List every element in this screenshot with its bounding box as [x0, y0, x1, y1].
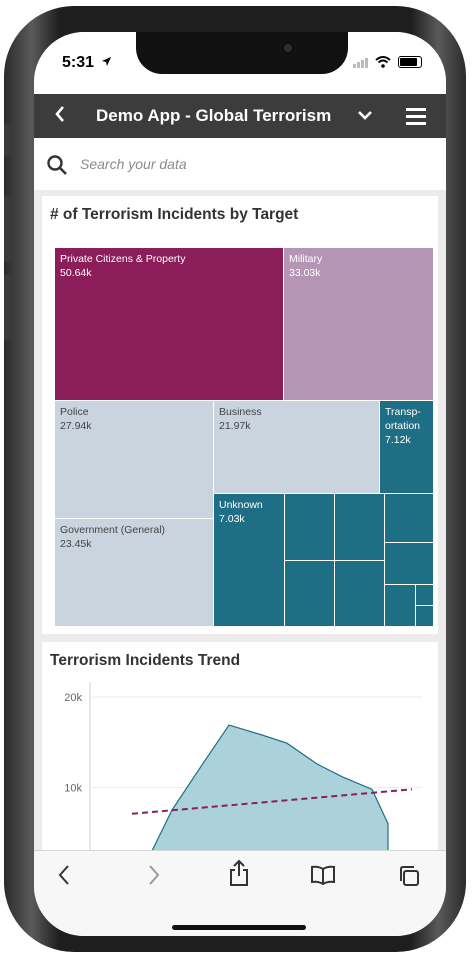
chevron-left-icon — [55, 106, 64, 122]
treemap-card[interactable]: # of Terrorism Incidents by Target Priva… — [42, 196, 438, 634]
treemap-tile-value: 27.94k — [60, 420, 92, 432]
app-title[interactable]: Demo App - Global Terrorism — [96, 106, 331, 126]
treemap-tile-value: 23.45k — [60, 538, 92, 550]
treemap-tile-other[interactable] — [335, 561, 384, 626]
tabs-icon — [400, 866, 419, 886]
sheet-content: # of Terrorism Incidents by Target Priva… — [34, 190, 446, 892]
sheet-selector-button[interactable] — [356, 106, 374, 129]
treemap-tile-other[interactable] — [385, 585, 415, 626]
treemap-tile-police[interactable]: Police 27.94k — [55, 401, 213, 518]
treemap-tile-other[interactable] — [416, 606, 433, 626]
treemap-tile-other[interactable] — [285, 494, 334, 560]
treemap-tile-other[interactable] — [416, 585, 433, 605]
treemap-tile-other[interactable] — [385, 543, 433, 584]
treemap-tile-label: Unknown — [219, 499, 263, 511]
treemap-tile-label: Private Citizens & Property — [60, 253, 186, 265]
status-time-text: 5:31 — [62, 54, 95, 71]
browser-toolbar — [34, 850, 446, 936]
phone-frame: 5:31 Demo App - Global Terrorism Search … — [4, 6, 466, 952]
treemap-tile-label: Transp- — [385, 406, 421, 418]
notch — [136, 32, 348, 74]
status-bar: 5:31 — [34, 32, 446, 94]
search-icon — [47, 155, 67, 175]
trend-title: Terrorism Incidents Trend — [50, 652, 241, 669]
app-nav-bar: Demo App - Global Terrorism — [34, 94, 446, 138]
treemap-tile-other[interactable] — [285, 561, 334, 626]
hamburger-icon — [406, 108, 426, 111]
treemap-tile-private-citizens-property[interactable]: Private Citizens & Property 50.64k — [55, 248, 283, 400]
camera-icon — [284, 44, 292, 52]
treemap-tile-business[interactable]: Business 21.97k — [214, 401, 379, 493]
search-bar[interactable]: Search your data — [34, 138, 446, 191]
share-button[interactable] — [228, 859, 250, 892]
search-input[interactable]: Search your data — [80, 156, 187, 172]
location-arrow-icon — [102, 56, 112, 67]
treemap-tile-value: 50.64k — [60, 267, 92, 279]
treemap-tile-value: 7.12k — [385, 434, 411, 446]
treemap-tile-unknown[interactable]: Unknown 7.03k — [214, 494, 284, 626]
treemap-tile-value: 33.03k — [289, 267, 321, 279]
treemap-title: # of Terrorism Incidents by Target — [50, 206, 299, 223]
volume-up-button — [4, 196, 12, 262]
treemap-tile-transportation[interactable]: Transp-ortation 7.12k — [380, 401, 433, 493]
menu-button[interactable] — [406, 108, 426, 129]
battery-icon — [398, 56, 422, 68]
wifi-icon — [375, 56, 391, 68]
treemap-tile-label: Business — [219, 406, 262, 418]
treemap-tile-label: Police — [60, 406, 89, 418]
y-tick-label: 10k — [64, 783, 82, 795]
y-tick-label: 20k — [64, 692, 82, 704]
treemap-tile-other[interactable] — [385, 494, 433, 542]
treemap-tile-military[interactable]: Military 33.03k — [284, 248, 433, 400]
cellular-signal-icon — [353, 57, 368, 68]
treemap-tile-other[interactable] — [335, 494, 384, 560]
chevron-left-icon — [58, 865, 69, 885]
bookmarks-button[interactable] — [310, 865, 336, 890]
treemap-tile-government-general[interactable]: Government (General) 23.45k — [55, 519, 213, 626]
treemap-tile-label: Government (General) — [60, 524, 165, 536]
volume-down-button — [4, 274, 12, 340]
treemap-chart[interactable]: Private Citizens & Property 50.64k Militar… — [55, 248, 433, 626]
status-icons — [353, 56, 422, 68]
chevron-down-icon — [358, 111, 372, 120]
tabs-button[interactable] — [398, 865, 420, 892]
treemap-tile-value: 21.97k — [219, 420, 251, 432]
treemap-tile-label: Military — [289, 253, 323, 265]
share-icon — [230, 859, 248, 886]
treemap-tile-label: ortation — [385, 420, 420, 432]
book-icon — [311, 865, 335, 886]
home-indicator — [172, 925, 306, 930]
browser-forward-button[interactable] — [146, 863, 162, 892]
back-button[interactable] — [54, 105, 66, 128]
browser-back-button[interactable] — [56, 863, 72, 892]
status-time: 5:31 — [62, 54, 112, 72]
mute-switch — [4, 124, 12, 156]
phone-screen: 5:31 Demo App - Global Terrorism Search … — [34, 32, 446, 936]
treemap-tile-value: 7.03k — [219, 513, 245, 525]
chevron-right-icon — [149, 865, 160, 885]
